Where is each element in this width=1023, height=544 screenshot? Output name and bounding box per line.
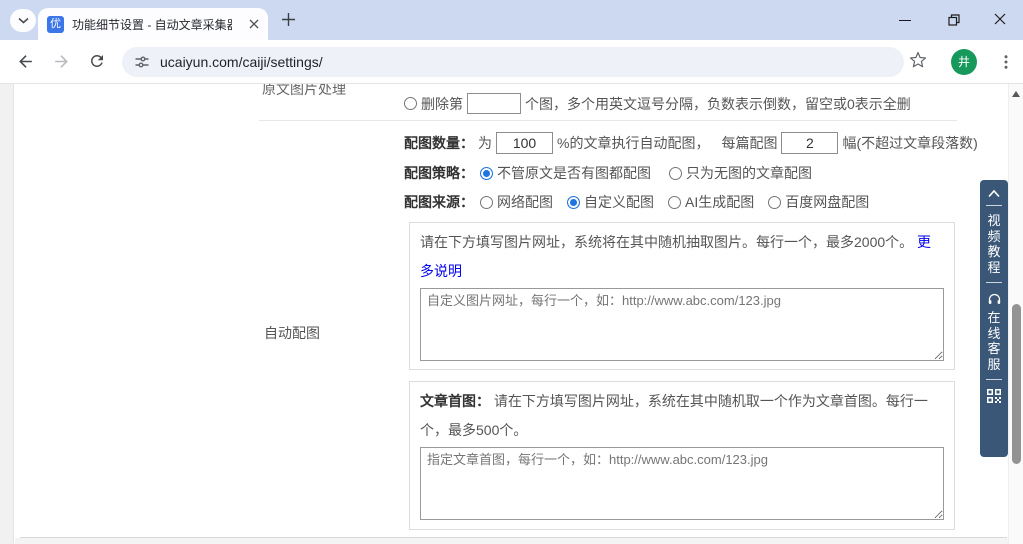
side-toolbar-divider: [986, 205, 1002, 206]
delete-suffix-text: 个图，多个用英文逗号分隔，负数表示倒数，留空或0表示全删: [525, 94, 911, 114]
first-image-urls-textarea[interactable]: [420, 447, 944, 520]
strategy-radio-always[interactable]: [480, 167, 493, 180]
window-close-button[interactable]: [994, 13, 1006, 25]
site-settings-icon[interactable]: [134, 54, 150, 70]
browser-tab[interactable]: 优 功能细节设置 - 自动文章采集器: [38, 8, 268, 40]
row-label-auto-image: 自动配图: [264, 323, 320, 343]
delete-image-radio[interactable]: [404, 97, 417, 110]
custom-image-panel: 请在下方填写图片网址，系统将在其中随机抽取图片。每行一个，最多2000个。 更多…: [409, 222, 955, 370]
back-to-top-icon[interactable]: [987, 189, 1001, 198]
strategy-option-label: 不管原文是否有图都配图: [497, 163, 651, 183]
row-divider: [259, 120, 957, 121]
first-image-description: 请在下方填写图片网址，系统在其中随机取一个作为文章首图。每行一个，最多500个。: [420, 393, 928, 438]
source-radio-ai[interactable]: [668, 196, 681, 209]
scrollbar-thumb[interactable]: [1012, 304, 1021, 464]
profile-avatar[interactable]: 井: [951, 49, 977, 75]
browser-toolbar: ucaiyun.com/caiji/settings/ 井: [0, 40, 1023, 84]
tab-title: 功能细节设置 - 自动文章采集器: [72, 16, 232, 33]
tab-search-button[interactable]: [10, 9, 36, 32]
custom-panel-description: 请在下方填写图片网址，系统将在其中随机抽取图片。每行一个，最多2000个。: [420, 234, 913, 250]
source-option-label: AI生成配图: [685, 192, 754, 212]
source-radio-baidu-pan[interactable]: [768, 196, 781, 209]
site-favicon-icon: 优: [47, 16, 64, 33]
strategy-option-label: 只为无图的文章配图: [686, 163, 812, 183]
headset-icon[interactable]: [987, 292, 1002, 307]
image-count-label: 配图数量：: [404, 133, 474, 153]
image-count-row: 配图数量： 为 %的文章执行自动配图， 每篇配图 幅(不超过文章段落数): [404, 132, 978, 154]
source-radio-web[interactable]: [480, 196, 493, 209]
source-option-label: 百度网盘配图: [785, 192, 869, 212]
video-tutorial-button[interactable]: 视频教程: [986, 213, 1002, 275]
tab-close-icon[interactable]: [249, 19, 259, 29]
new-tab-button[interactable]: [281, 12, 296, 27]
strategy-radio-no-image-only[interactable]: [669, 167, 682, 180]
side-toolbar-divider: [986, 282, 1002, 283]
source-option-label: 网络配图: [497, 192, 553, 212]
online-service-button[interactable]: 在线客服: [986, 310, 1002, 372]
first-image-label: 文章首图：: [420, 393, 490, 409]
side-toolbar-divider: [986, 379, 1002, 380]
browser-titlebar: 优 功能细节设置 - 自动文章采集器: [0, 0, 1023, 40]
row-label-original-images: 原文图片处理: [262, 84, 346, 99]
page-left-gutter: [0, 84, 14, 544]
first-image-panel: 文章首图： 请在下方填写图片网址，系统在其中随机取一个作为文章首图。每行一个，最…: [409, 381, 955, 530]
page-scrollbar[interactable]: [1008, 84, 1023, 544]
forward-button[interactable]: [52, 52, 71, 71]
chevron-down-icon: [18, 17, 29, 24]
browser-menu-icon[interactable]: [997, 53, 1015, 71]
delete-prefix-text: 删除第: [421, 94, 463, 114]
page-content: 原文图片处理 删除第 个图，多个用英文逗号分隔，负数表示倒数，留空或0表示全删 …: [0, 84, 1023, 544]
address-bar[interactable]: ucaiyun.com/caiji/settings/: [122, 47, 904, 77]
image-strategy-label: 配图策略：: [404, 163, 474, 183]
below-section-area: [15, 538, 1008, 544]
source-option-label: 自定义配图: [584, 192, 654, 212]
bookmark-star-icon[interactable]: [909, 51, 927, 69]
back-button[interactable]: [16, 52, 35, 71]
image-source-label: 配图来源：: [404, 192, 474, 212]
image-source-row: 配图来源： 网络配图 自定义配图 AI生成配图 百度网盘配图: [404, 192, 869, 212]
source-radio-custom[interactable]: [567, 196, 580, 209]
count-text-4: 幅(不超过文章段落数): [842, 133, 977, 153]
count-text-3: 每篇配图: [721, 133, 777, 153]
image-strategy-row: 配图策略： 不管原文是否有图都配图 只为无图的文章配图: [404, 163, 812, 183]
delete-index-input[interactable]: [467, 93, 521, 114]
url-text: ucaiyun.com/caiji/settings/: [160, 54, 323, 70]
count-text-2: %的文章执行自动配图，: [557, 133, 709, 153]
percent-input[interactable]: [496, 132, 553, 154]
delete-image-option-row: 删除第 个图，多个用英文逗号分隔，负数表示倒数，留空或0表示全删: [404, 93, 911, 114]
count-text-1: 为: [478, 133, 492, 153]
qr-code-icon[interactable]: [987, 389, 1001, 403]
scrollbar-up-arrow[interactable]: [1012, 91, 1020, 97]
reload-button[interactable]: [88, 52, 106, 70]
per-article-input[interactable]: [781, 132, 838, 154]
browser-window: 优 功能细节设置 - 自动文章采集器: [0, 0, 1023, 544]
custom-image-urls-textarea[interactable]: [420, 288, 944, 361]
floating-side-toolbar: 视频教程 在线客服: [980, 180, 1008, 457]
window-restore-button[interactable]: [948, 14, 960, 26]
window-minimize-button[interactable]: [899, 20, 911, 21]
